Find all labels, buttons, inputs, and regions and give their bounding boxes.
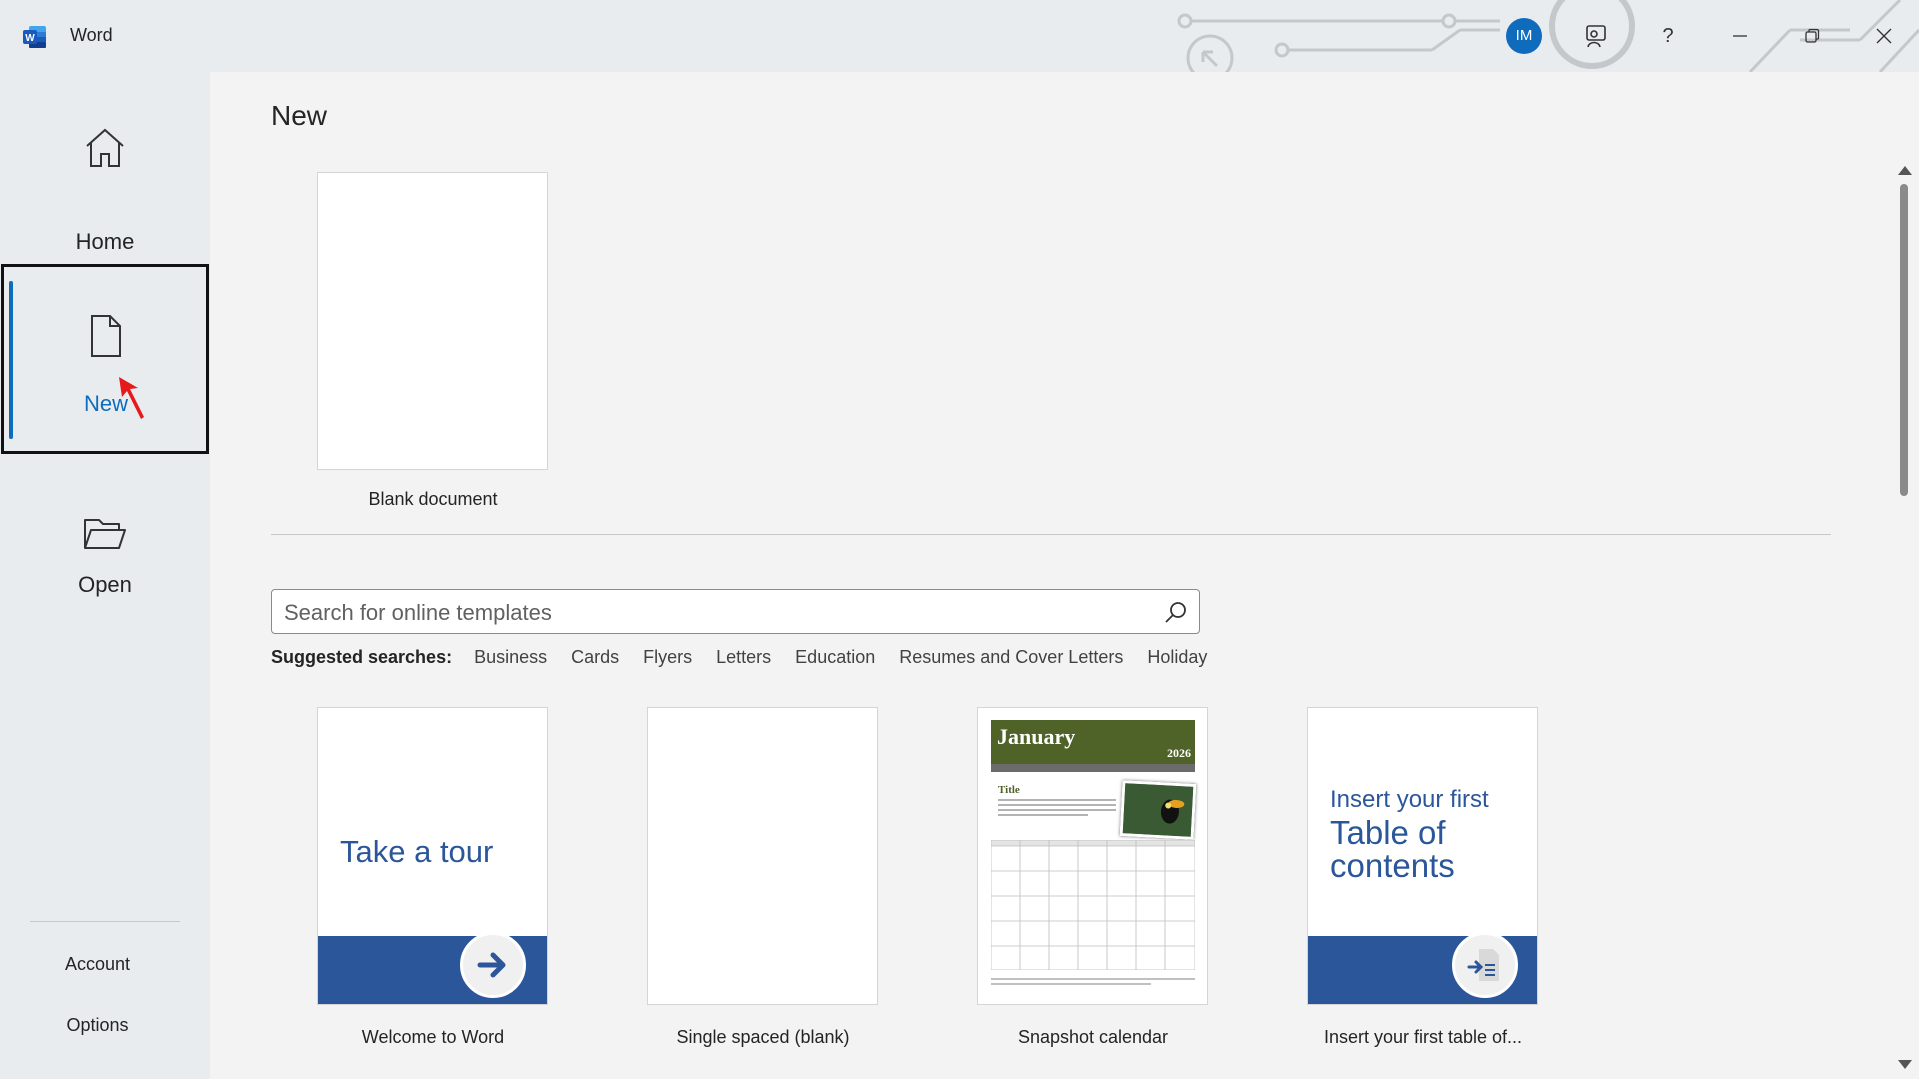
scroll-up-arrow-icon[interactable] [1898,166,1912,175]
template-thumbnail-snapshot-calendar[interactable]: January 2026 Title [977,707,1208,1005]
title-bar: W Word IM ? [0,0,1919,72]
calendar-photo [1119,780,1197,840]
account-avatar[interactable]: IM [1506,18,1542,54]
blank-document-label[interactable]: Blank document [288,489,578,510]
search-input[interactable] [282,590,1146,635]
page-title: New [271,100,328,131]
feedback-icon [1586,25,1606,48]
restore-icon [1805,28,1820,43]
restore-button[interactable] [1792,16,1832,56]
sidebar-item-label: Open [78,572,132,597]
calendar-year: 2026 [1167,746,1191,760]
sidebar-item-open[interactable]: Open [0,492,210,682]
suggested-link-resumes[interactable]: Resumes and Cover Letters [899,647,1123,668]
blank-document-thumbnail[interactable] [317,172,548,470]
suggested-link-holiday[interactable]: Holiday [1147,647,1207,668]
suggested-link-business[interactable]: Business [474,647,547,668]
close-icon [1876,28,1892,44]
template-preview-badge [1452,932,1518,998]
template-preview-line2: Table of contents [1330,814,1455,884]
calendar-title: Title [998,784,1020,796]
template-search-box[interactable] [271,589,1200,635]
calendar-grid [991,840,1195,970]
suggested-link-education[interactable]: Education [795,647,875,668]
scroll-down-arrow-icon[interactable] [1898,1060,1912,1069]
suggested-link-cards[interactable]: Cards [571,647,619,668]
template-thumbnail-table-of-contents[interactable]: Insert your first Table of contents [1307,707,1538,1005]
new-document-icon [91,315,121,357]
template-thumbnail-single-spaced[interactable] [647,707,878,1005]
word-logo-icon: W [23,26,46,48]
template-thumbnail-welcome[interactable]: Take a tour [317,707,548,1005]
backstage-sidebar: Home New Open Account Options [0,72,210,1079]
account-link[interactable]: Account [0,954,195,975]
sidebar-item-new[interactable]: New [1,264,209,454]
template-label[interactable]: Welcome to Word [288,1027,578,1048]
calendar-subbar [991,764,1195,772]
template-label[interactable]: Snapshot calendar [948,1027,1238,1048]
calendar-footer-lines [991,978,1195,985]
svg-text:W: W [25,33,35,44]
arrow-right-icon [477,952,506,978]
options-link[interactable]: Options [0,1015,195,1036]
template-preview-text: Take a tour [340,834,494,869]
calendar-text-lines [998,799,1116,816]
home-icon [86,128,124,167]
calendar-header: January 2026 [991,720,1195,764]
sidebar-item-label: Home [75,229,135,254]
sidebar-divider [30,921,180,922]
vertical-scrollbar[interactable] [1894,158,1914,1079]
cursor-arrow-icon [119,377,144,419]
section-divider [271,534,1831,535]
template-label[interactable]: Single spaced (blank) [618,1027,908,1048]
main-panel: New Blank document Suggested searches: B… [210,72,1919,1079]
folder-open-icon [84,519,126,549]
search-icon[interactable] [1163,599,1189,625]
feedback-button[interactable] [1576,16,1616,56]
toc-document-icon [1467,949,1499,981]
sidebar-item-label: New [83,391,128,416]
close-button[interactable] [1864,16,1904,56]
template-preview-badge [460,932,526,998]
suggested-searches: Suggested searches: Business Cards Flyer… [271,647,1231,668]
suggested-link-flyers[interactable]: Flyers [643,647,692,668]
minimize-icon [1733,35,1747,37]
app-name: Word [70,25,113,45]
toucan-image [1122,783,1194,837]
template-label[interactable]: Insert your first table of... [1278,1027,1568,1048]
suggested-link-letters[interactable]: Letters [716,647,771,668]
minimize-button[interactable] [1720,16,1760,56]
scroll-thumb[interactable] [1900,184,1908,496]
help-button[interactable]: ? [1648,16,1688,56]
calendar-month: January [997,724,1076,749]
suggested-label: Suggested searches: [271,647,453,667]
template-preview-line1: Insert your first [1330,786,1489,813]
